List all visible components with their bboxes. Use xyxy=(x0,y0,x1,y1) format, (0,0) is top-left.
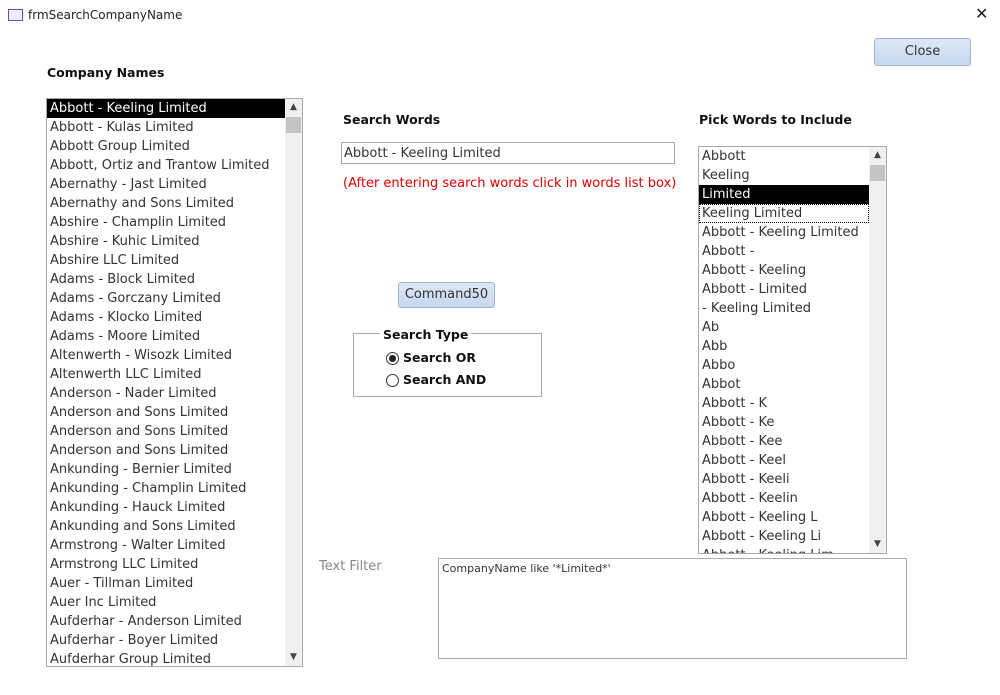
list-item[interactable]: Anderson and Sons Limited xyxy=(47,441,285,460)
command50-button[interactable]: Command50 xyxy=(398,282,495,308)
list-item[interactable]: Abbot xyxy=(699,375,869,394)
scroll-thumb[interactable] xyxy=(870,165,885,181)
search-hint: (After entering search words click in wo… xyxy=(343,176,677,191)
text-filter-box[interactable]: CompanyName like '*Limited*' xyxy=(438,558,907,659)
list-item[interactable]: Abbott xyxy=(699,147,869,166)
list-item[interactable]: Abb xyxy=(699,337,869,356)
scroll-up-icon[interactable]: ▲ xyxy=(869,147,886,164)
list-item[interactable]: Abbott - xyxy=(699,242,869,261)
list-item[interactable]: Abbott - Keeling Li xyxy=(699,527,869,546)
list-item[interactable]: Altenwerth - Wisozk Limited xyxy=(47,346,285,365)
scrollbar[interactable]: ▲ ▼ xyxy=(285,99,302,666)
list-item[interactable]: Ab xyxy=(699,318,869,337)
list-item[interactable]: Anderson - Nader Limited xyxy=(47,384,285,403)
list-item[interactable]: Abbott - Keeling L xyxy=(699,508,869,527)
list-item[interactable]: Abbott - Ke xyxy=(699,413,869,432)
list-item[interactable]: Keeling Limited xyxy=(699,204,869,223)
text-filter-label: Text Filter xyxy=(319,559,382,574)
company-names-list[interactable]: Abbott - Keeling Limited Abbott - Kulas L… xyxy=(46,98,303,667)
list-item[interactable]: Abbott - Kee xyxy=(699,432,869,451)
search-or-radio[interactable]: Search OR xyxy=(386,350,476,365)
search-and-radio[interactable]: Search AND xyxy=(386,372,486,387)
list-item[interactable]: Abbott - Keeling Lim xyxy=(699,546,869,553)
list-item[interactable]: Abbott, Ortiz and Trantow Limited xyxy=(47,156,285,175)
search-type-group: Search Type Search OR Search AND xyxy=(353,327,542,397)
list-item[interactable]: Limited xyxy=(699,185,869,204)
list-item[interactable]: Auer - Tillman Limited xyxy=(47,574,285,593)
list-item[interactable]: Abernathy and Sons Limited xyxy=(47,194,285,213)
scroll-thumb[interactable] xyxy=(286,117,301,133)
list-item[interactable]: Abbo xyxy=(699,356,869,375)
window-close-icon[interactable]: ✕ xyxy=(975,4,988,23)
scroll-up-icon[interactable]: ▲ xyxy=(285,99,302,116)
list-item[interactable]: Abbott - Keeling xyxy=(699,261,869,280)
list-item[interactable]: Adams - Moore Limited xyxy=(47,327,285,346)
close-button[interactable]: Close xyxy=(874,38,971,66)
list-item[interactable]: Ankunding - Bernier Limited xyxy=(47,460,285,479)
list-item[interactable]: Abbott - Keel xyxy=(699,451,869,470)
list-item[interactable]: Abshire LLC Limited xyxy=(47,251,285,270)
list-item[interactable]: Abbott - Keeli xyxy=(699,470,869,489)
pick-words-list[interactable]: Abbott Keeling Limited Keeling Limited Abbot… xyxy=(698,146,887,554)
list-item[interactable]: Abbott - Keeling Limited xyxy=(699,223,869,242)
list-item[interactable]: Abbott - Kulas Limited xyxy=(47,118,285,137)
search-words-input[interactable] xyxy=(341,142,675,164)
radio-icon[interactable] xyxy=(386,374,399,387)
list-item[interactable]: Armstrong - Walter Limited xyxy=(47,536,285,555)
list-item[interactable]: Abshire - Kuhic Limited xyxy=(47,232,285,251)
window-title: frmSearchCompanyName xyxy=(28,8,183,22)
list-item[interactable]: Ankunding and Sons Limited xyxy=(47,517,285,536)
list-item[interactable]: Abbott - K xyxy=(699,394,869,413)
company-names-label: Company Names xyxy=(47,65,165,80)
list-item[interactable]: Ankunding - Hauck Limited xyxy=(47,498,285,517)
list-item[interactable]: Auer Inc Limited xyxy=(47,593,285,612)
list-item[interactable]: Aufderhar - Anderson Limited xyxy=(47,612,285,631)
radio-selected-icon[interactable] xyxy=(386,352,399,365)
scroll-down-icon[interactable]: ▼ xyxy=(285,649,302,666)
list-item[interactable]: Ankunding - Champlin Limited xyxy=(47,479,285,498)
list-item[interactable]: Anderson and Sons Limited xyxy=(47,422,285,441)
list-item[interactable]: Abbott - Keeling Limited xyxy=(47,99,285,118)
search-and-label: Search AND xyxy=(403,372,487,387)
list-item[interactable]: Abbott - Limited xyxy=(699,280,869,299)
list-item[interactable]: Aufderhar - Boyer Limited xyxy=(47,631,285,650)
list-item[interactable]: Abbott - Keelin xyxy=(699,489,869,508)
list-item[interactable]: Keeling xyxy=(699,166,869,185)
list-item[interactable]: Abshire - Champlin Limited xyxy=(47,213,285,232)
list-item[interactable]: Adams - Klocko Limited xyxy=(47,308,285,327)
list-item[interactable]: Altenwerth LLC Limited xyxy=(47,365,285,384)
list-item[interactable]: Armstrong LLC Limited xyxy=(47,555,285,574)
list-item[interactable]: - Keeling Limited xyxy=(699,299,869,318)
form-icon xyxy=(8,9,23,21)
list-item[interactable]: Aufderhar Group Limited xyxy=(47,650,285,666)
search-type-label: Search Type xyxy=(380,327,472,342)
list-item[interactable]: Abbott Group Limited xyxy=(47,137,285,156)
list-item[interactable]: Adams - Gorczany Limited xyxy=(47,289,285,308)
search-words-label: Search Words xyxy=(343,112,441,127)
search-or-label: Search OR xyxy=(403,350,476,365)
scroll-down-icon[interactable]: ▼ xyxy=(869,536,886,553)
list-item[interactable]: Adams - Block Limited xyxy=(47,270,285,289)
list-item[interactable]: Anderson and Sons Limited xyxy=(47,403,285,422)
list-item[interactable]: Abernathy - Jast Limited xyxy=(47,175,285,194)
scrollbar[interactable]: ▲ ▼ xyxy=(869,147,886,553)
pick-words-label: Pick Words to Include xyxy=(699,112,852,127)
